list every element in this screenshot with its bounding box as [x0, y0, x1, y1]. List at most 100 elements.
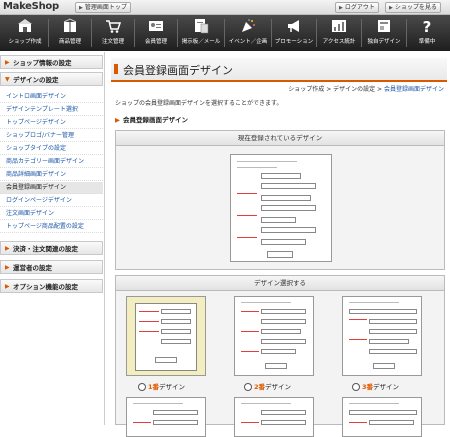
- title-accent-mark: [114, 64, 118, 74]
- arrow-right-icon: ▶: [339, 5, 343, 11]
- sidebar-section-payment-order[interactable]: ▶ 決済・注文関連の設定: [0, 241, 103, 255]
- breadcrumb-separator: >: [375, 86, 384, 93]
- sidebar-item-top-page-design[interactable]: トップページデザイン: [0, 117, 103, 129]
- design-option-2-preview[interactable]: [234, 296, 314, 376]
- promotion-icon: [288, 20, 299, 32]
- design-option-5-preview[interactable]: [234, 397, 314, 437]
- current-design-panel: 現在登録されているデザイン: [115, 130, 445, 270]
- design-option-label: デザイン: [373, 383, 400, 391]
- breadcrumb-shop-create[interactable]: ショップ作成: [288, 86, 324, 93]
- sidebar-item-order-screen-design[interactable]: 注文画面デザイン: [0, 208, 103, 220]
- triangle-right-icon: ▶: [5, 59, 10, 66]
- sidebar-item-shop-type[interactable]: ショップタイプの設定: [0, 143, 103, 155]
- design-option-3[interactable]: 3番デザイン: [352, 381, 399, 391]
- design-option-3-preview[interactable]: [342, 296, 422, 376]
- design-option-1[interactable]: 1番デザイン: [138, 381, 185, 391]
- triangle-right-icon: ▶: [5, 264, 10, 271]
- sidebar-item-login-page-design[interactable]: ログインページデザイン: [0, 195, 103, 207]
- admin-top-button[interactable]: ▶ 管理画面トップ: [75, 2, 131, 13]
- stats-icon: [332, 20, 346, 32]
- sidebar: ▶ ショップ情報の設定 ▼ デザインの設定 イントロ画面デザイン デザインテンプレー…: [0, 52, 105, 425]
- bullet-icon: ▶: [115, 116, 120, 124]
- member-card-icon: [149, 21, 163, 31]
- shop-icon: [18, 19, 32, 32]
- sidebar-section-label: デザインの設定: [13, 76, 59, 84]
- current-design-panel-title: 現在登録されているデザイン: [116, 131, 444, 146]
- svg-text:?: ?: [423, 18, 432, 34]
- cart-icon: [106, 20, 121, 33]
- sidebar-item-top-product-layout[interactable]: トップページ商品配置の設定: [0, 221, 103, 233]
- sidebar-section-label: オプション機能の設定: [13, 283, 78, 291]
- sidebar-section-design[interactable]: ▼ デザインの設定: [0, 72, 103, 86]
- nav-orders[interactable]: 注文管理: [92, 15, 134, 51]
- triangle-right-icon: ▶: [5, 283, 10, 290]
- nav-access-stats[interactable]: アクセス統計: [317, 15, 361, 51]
- nav-coming-soon[interactable]: ? 準備中: [407, 15, 447, 51]
- radio-button[interactable]: [138, 383, 146, 391]
- admin-top-label: 管理画面トップ: [84, 4, 127, 11]
- current-design-preview: [230, 154, 332, 262]
- design-option-4-preview[interactable]: [126, 397, 206, 437]
- main-content: 会員登録画面デザイン ショップ作成 > デザインの設定 > 会員登録画面デザイン…: [105, 52, 450, 437]
- sidebar-section-operator[interactable]: ▶ 運営者の設定: [0, 260, 103, 274]
- sidebar-item-product-detail-design[interactable]: 商品詳細画面デザイン: [0, 169, 103, 181]
- logout-button[interactable]: ▶ ログアウト: [335, 2, 379, 13]
- sidebar-item-template-select[interactable]: デザインテンプレート選択: [0, 104, 103, 116]
- radio-button[interactable]: [352, 383, 360, 391]
- nav-label: 商品管理: [58, 39, 81, 45]
- design-option-label: デザイン: [265, 383, 292, 391]
- design-select-panel-body: 1番デザイン 2番デザイン 3番デザイン: [116, 291, 444, 437]
- radio-button[interactable]: [244, 383, 252, 391]
- sidebar-section-label: ショップ情報の設定: [13, 59, 72, 67]
- bulletin-icon: [195, 19, 209, 34]
- nav-label: 準備中: [418, 39, 436, 45]
- view-shop-label: ショップを見る: [394, 4, 437, 11]
- nav-events[interactable]: イベント／企画: [225, 15, 271, 51]
- design-icon: [378, 20, 390, 32]
- design-option-number: 3番: [362, 383, 374, 391]
- design-option-2[interactable]: 2番デザイン: [244, 381, 291, 391]
- breadcrumb-separator: >: [324, 86, 334, 93]
- design-option-1-preview[interactable]: [126, 296, 206, 376]
- arrow-right-icon: ▶: [389, 5, 393, 11]
- nav-label: プロモーション: [274, 39, 314, 45]
- breadcrumb-current: 会員登録画面デザイン: [383, 86, 444, 93]
- makeshop-logo[interactable]: MakeShop: [3, 1, 59, 12]
- nav-products[interactable]: 商品管理: [49, 15, 91, 51]
- section-title: ▶ 会員登録画面デザイン: [115, 114, 188, 124]
- nav-bulletin-mail[interactable]: 掲示板／メール: [178, 15, 224, 51]
- current-design-panel-body: [116, 146, 444, 269]
- design-select-panel-title: デザイン選択する: [116, 276, 444, 291]
- view-shop-button[interactable]: ▶ ショップを見る: [385, 2, 441, 13]
- nav-label: 掲示板／メール: [181, 39, 221, 45]
- nav-custom-design[interactable]: 独自デザイン: [362, 15, 406, 51]
- sidebar-item-intro-design[interactable]: イントロ画面デザイン: [0, 91, 103, 103]
- design-select-panel: デザイン選択する 1番デザイン 2番デザイン 3番デザイン: [115, 275, 445, 437]
- triangle-right-icon: ▶: [5, 245, 10, 252]
- arrow-right-icon: ▶: [79, 5, 83, 11]
- nav-label: 独自デザイン: [367, 39, 401, 45]
- page-title-bar: 会員登録画面デザイン: [111, 58, 447, 82]
- sidebar-section-options[interactable]: ▶ オプション機能の設定: [0, 279, 103, 293]
- nav-label: イベント／企画: [228, 39, 268, 45]
- design-option-6-preview[interactable]: [342, 397, 422, 437]
- section-title-label: 会員登録画面デザイン: [123, 116, 188, 124]
- sidebar-section-label: 運営者の設定: [13, 264, 52, 272]
- sidebar-section-shop-info[interactable]: ▶ ショップ情報の設定: [0, 55, 103, 69]
- nav-promotion[interactable]: プロモーション: [272, 15, 316, 51]
- sidebar-item-category-design[interactable]: 商品カテゴリー画面デザイン: [0, 156, 103, 168]
- design-option-label: デザイン: [159, 383, 186, 391]
- nav-shop-create[interactable]: ショップ作成: [2, 15, 48, 51]
- sidebar-item-logo-banner[interactable]: ショップロゴ/バナー管理: [0, 130, 103, 142]
- question-icon: ?: [423, 18, 432, 34]
- package-icon: [63, 18, 77, 32]
- triangle-down-icon: ▼: [5, 76, 10, 83]
- nav-members[interactable]: 会員管理: [135, 15, 177, 51]
- breadcrumb-design-settings[interactable]: デザインの設定: [333, 86, 375, 93]
- nav-label: ショップ作成: [8, 39, 42, 45]
- sidebar-item-member-registration-design[interactable]: 会員登録画面デザイン: [0, 182, 103, 194]
- design-option-number: 2番: [254, 383, 266, 391]
- nav-label: アクセス統計: [322, 39, 356, 45]
- top-bar: MakeShop ▶ 管理画面トップ ▶ ログアウト ▶ ショップを見る: [0, 0, 450, 15]
- design-option-number: 1番: [148, 383, 160, 391]
